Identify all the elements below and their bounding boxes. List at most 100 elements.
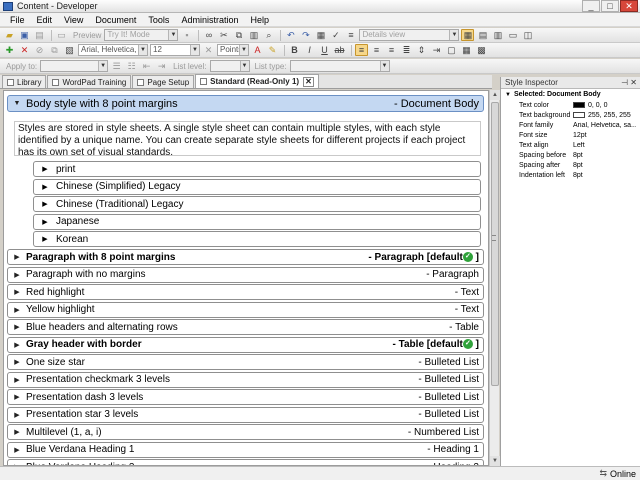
tab-page-setup[interactable]: Page Setup: [132, 75, 195, 88]
disable-icon[interactable]: ⊘: [33, 44, 46, 56]
find-icon[interactable]: ⌕: [262, 29, 275, 41]
save-icon[interactable]: ▣: [18, 29, 31, 41]
spell-check-icon[interactable]: ✓: [329, 29, 342, 41]
expand-icon[interactable]: ▶: [8, 288, 26, 296]
style-row[interactable]: ▶ Presentation checkmark 3 levels - Bullet…: [7, 371, 484, 388]
print-icon[interactable]: ▤: [33, 29, 46, 41]
list-type-select[interactable]: ▼: [289, 60, 390, 72]
collapse-icon[interactable]: ▼: [8, 100, 26, 107]
border-icon[interactable]: ▢: [445, 44, 458, 56]
style-row[interactable]: ▶ Paragraph with 8 point margins - Paragra…: [7, 249, 484, 265]
style-row[interactable]: ▶ Paragraph with no margins - Paragraph: [7, 266, 484, 283]
expand-icon[interactable]: ▶: [34, 218, 56, 226]
vertical-scrollbar[interactable]: ▲ ▼: [489, 90, 500, 466]
maximize-button[interactable]: □: [601, 0, 619, 12]
expand-icon[interactable]: ▶: [8, 271, 26, 279]
menu-document[interactable]: Document: [89, 15, 142, 25]
style-row[interactable]: ▶ Yellow highlight - Text: [7, 301, 484, 318]
menu-view[interactable]: View: [58, 15, 89, 25]
font-family-select[interactable]: Arial, Helvetica, s... ▼: [78, 44, 148, 56]
expand-icon[interactable]: ▶: [34, 183, 56, 191]
expand-icon[interactable]: ▶: [8, 393, 26, 401]
preview-icon[interactable]: ▭: [55, 29, 68, 41]
selected-style-row[interactable]: ▼ Body style with 8 point margins - Docu…: [7, 95, 484, 112]
sub-style-row[interactable]: ▶ Korean: [33, 231, 481, 247]
tab-wordpad-training[interactable]: WordPad Training: [47, 75, 132, 88]
style-row[interactable]: ▶ Presentation star 3 levels - Bulleted Li…: [7, 406, 484, 423]
expand-icon[interactable]: ▶: [8, 341, 26, 349]
expand-icon[interactable]: ▶: [8, 358, 26, 366]
sub-style-row[interactable]: ▶ Japanese: [33, 213, 481, 230]
tab-standard[interactable]: Standard (Read-Only 1) ✕: [195, 74, 319, 88]
style-row[interactable]: ▶ Multilevel (1, a, i) - Numbered List: [7, 424, 484, 440]
redo-icon[interactable]: ↷: [299, 29, 312, 41]
style-row[interactable]: ▶ One size star - Bulleted List: [7, 354, 484, 370]
insert-icon[interactable]: ▦: [314, 29, 327, 41]
align-left-icon[interactable]: ≡: [355, 44, 368, 56]
menu-edit[interactable]: Edit: [31, 15, 59, 25]
shading-icon[interactable]: ▩: [475, 44, 488, 56]
preview-button[interactable]: Preview: [70, 31, 104, 40]
delete-icon[interactable]: ✕: [18, 44, 31, 56]
collapse-icon[interactable]: ▼: [505, 92, 511, 98]
inspector-selected[interactable]: ▼ Selected: Document Body: [505, 91, 636, 98]
sub-style-row[interactable]: ▶ print: [33, 161, 481, 177]
list-level-select[interactable]: ▼: [209, 60, 250, 72]
style-row[interactable]: ▶ Blue Verdana Heading 1 - Heading 1: [7, 441, 484, 458]
expand-icon[interactable]: ▶: [8, 411, 26, 419]
numbered-list-icon[interactable]: ☷: [125, 60, 138, 72]
scroll-up-icon[interactable]: ▲: [490, 90, 500, 100]
menu-tools[interactable]: Tools: [142, 15, 175, 25]
pin-icon[interactable]: ⊣: [621, 78, 628, 87]
bullet-list-icon[interactable]: ☰: [110, 60, 123, 72]
window-icon[interactable]: ▭: [506, 29, 519, 41]
highlight-icon[interactable]: ✎: [266, 44, 279, 56]
tab-library[interactable]: Library: [2, 75, 47, 88]
layout-icon[interactable]: ▦: [461, 29, 475, 41]
translate-icon[interactable]: ≡: [344, 29, 357, 41]
underline-icon[interactable]: U: [318, 44, 331, 56]
scroll-thumb[interactable]: [491, 102, 499, 386]
copy-icon[interactable]: ⧉: [232, 29, 245, 41]
minimize-button[interactable]: _: [582, 0, 600, 12]
apply-to-select[interactable]: ▼: [40, 60, 109, 72]
copy-style-icon[interactable]: ⧉: [48, 44, 61, 56]
style-row[interactable]: ▶Blue Verdana Heading 2- Heading 2: [7, 459, 484, 465]
link-icon[interactable]: ∞: [202, 29, 215, 41]
view-select[interactable]: Details view ▼: [359, 29, 460, 41]
close-tab-icon[interactable]: ✕: [303, 76, 314, 87]
expand-icon[interactable]: ▶: [8, 253, 26, 261]
unit-select[interactable]: Points ▼: [217, 44, 249, 56]
italic-icon[interactable]: I: [303, 44, 316, 56]
expand-icon[interactable]: ▶: [8, 306, 26, 314]
expand-icon[interactable]: ▶: [34, 200, 56, 208]
align-right-icon[interactable]: ≡: [385, 44, 398, 56]
grid-icon[interactable]: ▥: [491, 29, 504, 41]
align-center-icon[interactable]: ≡: [370, 44, 383, 56]
scroll-down-icon[interactable]: ▼: [490, 456, 500, 466]
sub-style-row[interactable]: ▶ Chinese (Traditional) Legacy: [33, 196, 481, 212]
menu-administration[interactable]: Administration: [175, 15, 244, 25]
dock-icon[interactable]: ◫: [521, 29, 534, 41]
menu-file[interactable]: File: [4, 15, 31, 25]
menu-help[interactable]: Help: [244, 15, 275, 25]
strikethrough-icon[interactable]: ab: [333, 44, 346, 56]
style-row[interactable]: ▶ Blue headers and alternating rows - Tabl…: [7, 319, 484, 335]
expand-icon[interactable]: ▶: [8, 323, 26, 331]
cut-icon[interactable]: ✂: [217, 29, 230, 41]
style-row[interactable]: ▶ Presentation dash 3 levels - Bulleted Li…: [7, 389, 484, 405]
outdent-icon[interactable]: ⇤: [140, 60, 153, 72]
lock-icon[interactable]: ▪: [180, 29, 193, 41]
expand-icon[interactable]: ▶: [34, 235, 56, 243]
paste-icon[interactable]: ▥: [247, 29, 260, 41]
style-icon[interactable]: ▧: [63, 44, 76, 56]
clear-icon[interactable]: ✕: [202, 44, 215, 56]
expand-icon[interactable]: ▶: [8, 428, 26, 436]
expand-icon[interactable]: ▶: [34, 165, 56, 173]
close-panel-icon[interactable]: ✕: [630, 78, 637, 87]
expand-icon[interactable]: ▶: [8, 376, 26, 384]
undo-icon[interactable]: ↶: [284, 29, 297, 41]
text-color-icon[interactable]: A: [251, 44, 264, 56]
indent-icon[interactable]: ⇥: [430, 44, 443, 56]
mode-select[interactable]: Try It! Mode ▼: [104, 29, 179, 41]
